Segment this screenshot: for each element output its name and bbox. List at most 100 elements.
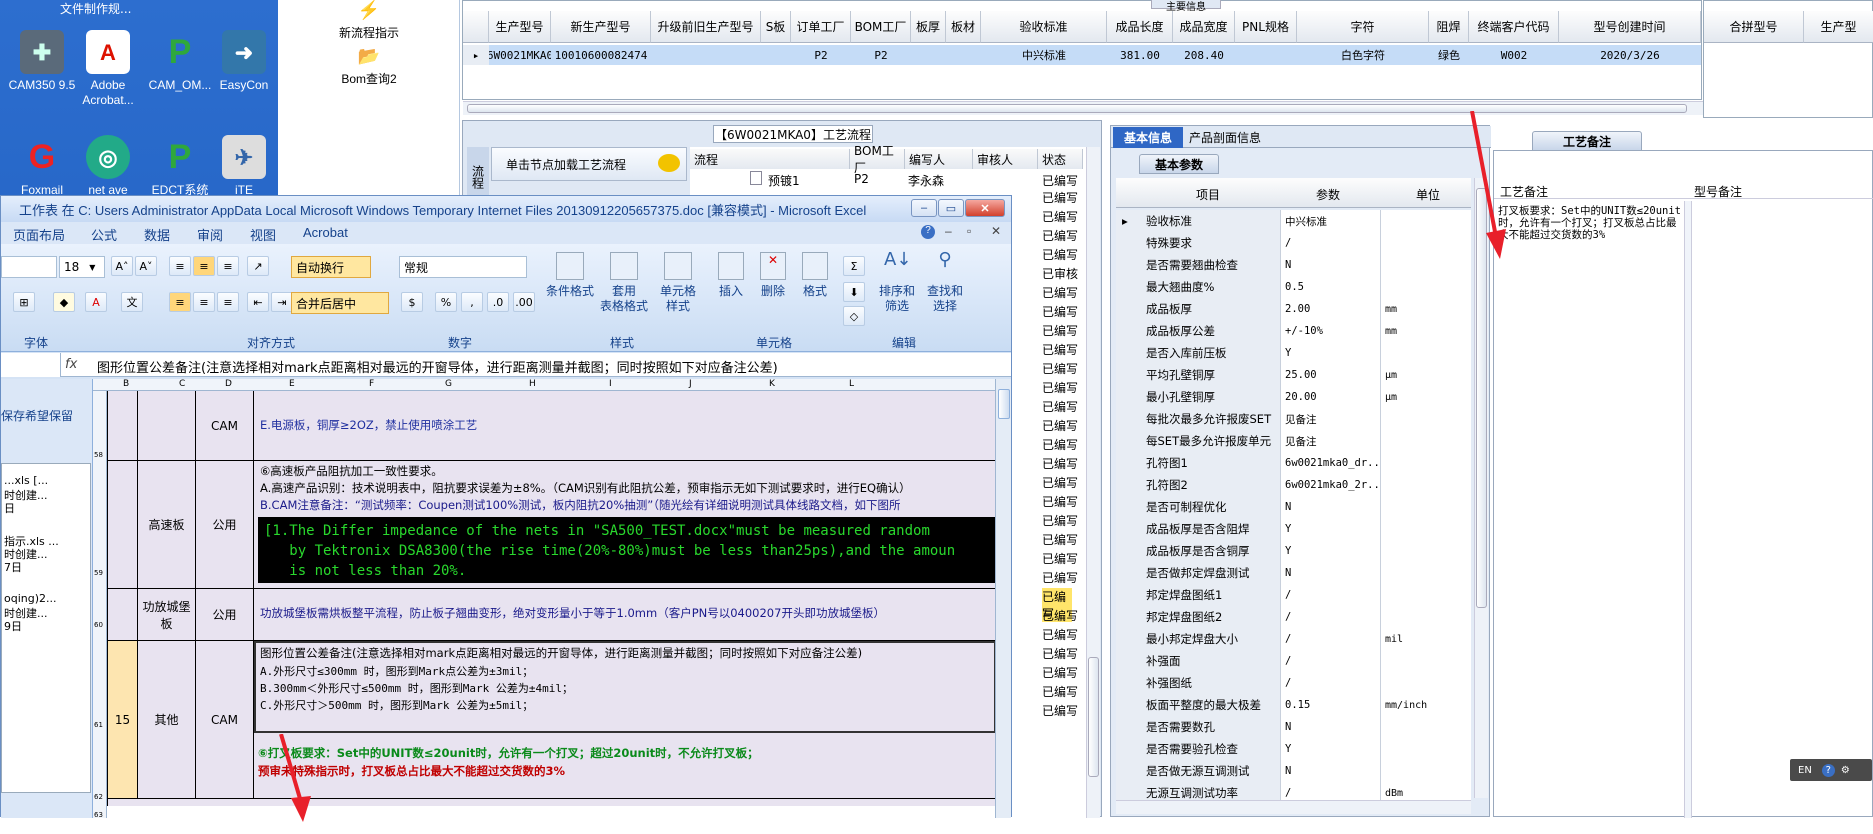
- desktop-icon-ite[interactable]: ✈ iTE: [210, 135, 278, 198]
- table-cell[interactable]: 381.00: [1107, 45, 1173, 65]
- status-cell[interactable]: 已编写: [1042, 531, 1078, 548]
- indent-decrease-button[interactable]: ⇤: [247, 292, 269, 312]
- notes-scrollbar[interactable]: [1684, 201, 1692, 818]
- status-cell[interactable]: 已编写: [1042, 474, 1078, 491]
- recovery-file-line[interactable]: 9日: [4, 618, 90, 634]
- autosum-button[interactable]: Σ: [843, 256, 865, 276]
- cell-note[interactable]: ⑥打叉板要求：Set中的UNIT数≤20unit时，允许有一个打叉；超过20un…: [254, 733, 996, 799]
- scrollbar-thumb[interactable]: [998, 389, 1010, 419]
- col-header[interactable]: 型号备注: [1694, 183, 1742, 200]
- desktop-icon-easycon[interactable]: ➜ EasyCon: [210, 30, 278, 93]
- params-horizontal-scrollbar[interactable]: [1116, 800, 1471, 814]
- param-row[interactable]: 补强图纸 /: [1116, 672, 1471, 694]
- param-row[interactable]: 最小孔壁铜厚 20.00 μm: [1116, 386, 1471, 408]
- close-button[interactable]: ✕: [965, 199, 1005, 217]
- delete-button[interactable]: ✕ 删除: [753, 252, 793, 299]
- col-header[interactable]: 新生产型号: [551, 11, 651, 43]
- status-cell[interactable]: 已编写: [1042, 436, 1078, 453]
- param-row[interactable]: 邦定焊盘图纸1/: [1116, 584, 1471, 606]
- status-cell[interactable]: 已审核: [1042, 265, 1078, 282]
- align-top-button[interactable]: ≡: [169, 256, 191, 276]
- table-cell[interactable]: 2020/3/26: [1559, 45, 1701, 65]
- ribbon-close-icon[interactable]: ✕: [991, 224, 1001, 238]
- param-row[interactable]: 成品板厚是否含阻焊 Y: [1116, 518, 1471, 540]
- status-cell[interactable]: 已编写: [1042, 379, 1078, 396]
- status-cell[interactable]: 已编写: [1042, 341, 1078, 358]
- cell-number[interactable]: [108, 391, 138, 461]
- recovery-file-line[interactable]: oqing)2...: [4, 592, 90, 605]
- row-number[interactable]: 61: [94, 721, 103, 729]
- vertical-scrollbar[interactable]: [1086, 147, 1100, 818]
- param-row[interactable]: 特殊要求 /: [1116, 232, 1471, 254]
- col-header[interactable]: 审核人: [973, 149, 1038, 169]
- recovery-file-line[interactable]: ...xls [...: [4, 474, 90, 487]
- param-value[interactable]: Y: [1281, 540, 1381, 562]
- param-value[interactable]: 25.00: [1281, 364, 1381, 386]
- col-letter[interactable]: J: [689, 379, 692, 389]
- col-header[interactable]: 生产型: [1804, 11, 1873, 43]
- status-cell[interactable]: 已编写: [1042, 189, 1078, 206]
- cell-category[interactable]: 高速板: [138, 461, 196, 589]
- settings-icon[interactable]: ⚙: [1841, 765, 1850, 776]
- status-cell[interactable]: 已编写: [1042, 455, 1078, 472]
- param-value[interactable]: 见备注: [1281, 408, 1381, 430]
- param-row[interactable]: 每批次最多允许报废SET 见备注: [1116, 408, 1471, 430]
- cell-type[interactable]: 公用: [196, 589, 254, 641]
- param-value[interactable]: Y: [1281, 738, 1381, 760]
- sort-filter-button[interactable]: A↓ 排序和 筛选: [873, 251, 921, 314]
- align-bottom-button[interactable]: ≡: [217, 256, 239, 276]
- param-value[interactable]: /: [1281, 650, 1381, 672]
- shrink-font-button[interactable]: A˅: [135, 256, 157, 276]
- new-process-instruction-button[interactable]: ⚡ 新流程指示: [278, 0, 460, 41]
- param-row[interactable]: 最小邦定焊盘大小 / mil: [1116, 628, 1471, 650]
- col-header[interactable]: 板材: [946, 11, 981, 43]
- status-cell[interactable]: 已编写: [1042, 683, 1078, 700]
- col-header[interactable]: 流程: [690, 149, 850, 169]
- row-number[interactable]: 63: [94, 811, 103, 819]
- param-value[interactable]: 0.15: [1281, 694, 1381, 716]
- status-cell[interactable]: 已编写: [1042, 607, 1078, 624]
- table-cell[interactable]: 绿色: [1429, 45, 1469, 65]
- param-value[interactable]: Y: [1281, 342, 1381, 364]
- param-value[interactable]: 见备注: [1281, 430, 1381, 452]
- table-cell[interactable]: [911, 45, 946, 65]
- scrollbar-thumb[interactable]: [1088, 657, 1099, 777]
- status-cell[interactable]: 已编写: [1042, 417, 1078, 434]
- table-cell[interactable]: [651, 45, 761, 65]
- help-icon[interactable]: ?: [921, 225, 935, 239]
- status-cell[interactable]: 已编写: [1042, 626, 1078, 643]
- tab-basic-info[interactable]: 基本信息: [1113, 127, 1183, 148]
- table-cell[interactable]: [946, 45, 981, 65]
- col-letter[interactable]: I: [609, 379, 612, 389]
- maximize-button[interactable]: ▭: [938, 199, 964, 217]
- col-letter[interactable]: L: [849, 379, 854, 389]
- align-center-button[interactable]: ≡: [193, 292, 215, 312]
- comma-button[interactable]: ,: [461, 292, 483, 312]
- param-value[interactable]: /: [1281, 672, 1381, 694]
- status-cell[interactable]: 已编写: [1042, 360, 1078, 377]
- col-header[interactable]: 编写人: [905, 149, 973, 169]
- param-value[interactable]: /: [1281, 232, 1381, 254]
- find-select-button[interactable]: ⚲ 查找和 选择: [921, 251, 969, 314]
- cell-category[interactable]: [138, 391, 196, 461]
- param-value[interactable]: /: [1281, 628, 1381, 650]
- cell-number[interactable]: [108, 589, 138, 641]
- minimize-button[interactable]: –: [911, 199, 937, 217]
- param-value[interactable]: N: [1281, 496, 1381, 518]
- font-size-box[interactable]: 18 ▼: [59, 256, 105, 278]
- param-value[interactable]: 0.5: [1281, 276, 1381, 298]
- param-row[interactable]: 成品板厚 2.00 mm: [1116, 298, 1471, 320]
- param-value[interactable]: 中兴标准: [1281, 210, 1381, 232]
- param-row[interactable]: 邦定焊盘图纸2/: [1116, 606, 1471, 628]
- col-header[interactable]: 参数: [1316, 186, 1340, 203]
- font-name-box[interactable]: [1, 256, 57, 278]
- tab-process-notes[interactable]: 工艺备注: [1532, 131, 1642, 151]
- cell-note[interactable]: 功放城堡板需烘板整平流程，防止板子翘曲变形，绝对变形量小于等于1.0mm（客户P…: [254, 589, 996, 641]
- param-row[interactable]: 最大翘曲度% 0.5: [1116, 276, 1471, 298]
- col-letter[interactable]: G: [445, 379, 452, 389]
- col-header[interactable]: 字符: [1297, 11, 1429, 43]
- row-number[interactable]: 60: [94, 621, 103, 629]
- col-header[interactable]: 终端客户代码: [1469, 11, 1559, 43]
- clear-button[interactable]: ◇: [843, 306, 865, 326]
- param-row[interactable]: 孔符图2 6w0021mka0_2r...: [1116, 474, 1471, 496]
